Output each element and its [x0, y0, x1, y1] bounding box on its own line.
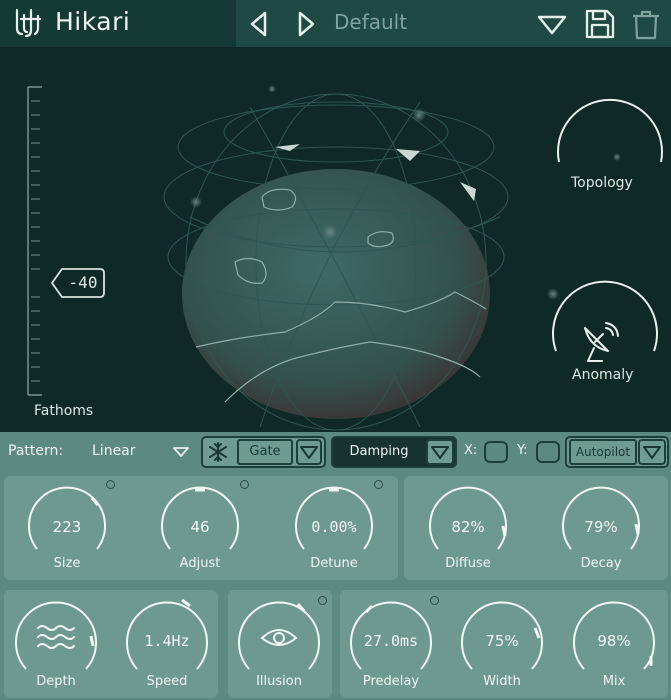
topology-knob[interactable]	[557, 98, 663, 163]
output-group: 27.0ms Predelay 75% Width 98% Mix	[340, 590, 668, 698]
hikari-logo-icon	[15, 8, 42, 38]
pattern-select[interactable]: Linear	[92, 443, 136, 459]
preset-dropdown-button[interactable]	[536, 8, 568, 40]
size-label: Size	[53, 556, 81, 571]
autopilot-control: Autopilot	[565, 436, 669, 468]
fathoms-slider[interactable]	[27, 86, 105, 396]
detune-knob[interactable]: 0.00% Detune	[287, 480, 381, 576]
adjust-knob[interactable]: 46 Adjust	[153, 480, 247, 576]
delete-button[interactable]	[630, 8, 662, 40]
next-preset-button[interactable]	[293, 10, 319, 38]
illusion-knob[interactable]: Illusion	[232, 594, 326, 694]
illusion-indicator-led	[318, 596, 327, 605]
mix-label: Mix	[602, 674, 626, 689]
prev-preset-button[interactable]	[246, 10, 272, 38]
predelay-label: Predelay	[362, 674, 420, 689]
save-button[interactable]	[584, 8, 616, 40]
diffuse-knob[interactable]: 82% Diffuse	[421, 480, 515, 576]
size-indicator-led	[106, 480, 115, 489]
autopilot-dropdown-button[interactable]	[638, 439, 666, 465]
visualizer-canvas	[27, 85, 663, 431]
decay-knob[interactable]: 79% Decay	[554, 480, 648, 576]
autopilot-button[interactable]: Autopilot	[569, 439, 637, 465]
damping-button[interactable]: Damping	[333, 438, 425, 466]
adjust-value: 46	[190, 518, 210, 536]
chevron-down-icon[interactable]	[173, 446, 189, 458]
topology-label: Topology	[571, 175, 633, 191]
visualizer-area: -40 Fathoms Topology Anomaly	[0, 47, 671, 432]
diffuse-label: Diffuse	[445, 556, 491, 571]
modulation-group: Depth 1.4Hz Speed	[4, 590, 218, 698]
fathoms-value[interactable]: -40	[52, 268, 104, 300]
detune-value: 0.00%	[311, 518, 357, 536]
fathoms-label: Fathoms	[34, 403, 94, 419]
x-checkbox[interactable]	[484, 441, 508, 463]
width-label: Width	[483, 674, 521, 689]
preset-name[interactable]: Default	[334, 10, 407, 34]
mix-value: 98%	[597, 632, 631, 650]
y-label: Y:	[517, 443, 528, 458]
speed-knob[interactable]: 1.4Hz Speed	[120, 594, 214, 694]
detune-label: Detune	[310, 556, 358, 571]
header-bar: Hikari Default	[0, 0, 671, 47]
decay-value: 79%	[584, 518, 618, 536]
waves-icon	[37, 625, 75, 649]
illusion-label: Illusion	[256, 674, 302, 689]
eye-icon	[260, 629, 298, 646]
width-knob[interactable]: 75% Width	[455, 594, 549, 694]
pitch-group: 223 Size 46 Adjust 0.00% Detune	[4, 476, 398, 580]
depth-knob[interactable]: Depth	[9, 594, 103, 694]
satellite-dish-icon	[584, 322, 619, 362]
adjust-indicator-led	[240, 480, 249, 489]
predelay-value: 27.0ms	[363, 632, 419, 650]
control-panel: Pattern: Linear Gate Damping X: Y: Autop…	[0, 432, 671, 700]
mix-knob[interactable]: 98% Mix	[567, 594, 661, 694]
illusion-group: Illusion	[228, 590, 332, 698]
gate-control: Gate	[201, 436, 326, 468]
speed-label: Speed	[146, 674, 188, 689]
size-knob[interactable]: 223 Size	[20, 480, 114, 576]
anomaly-knob[interactable]	[552, 280, 658, 362]
y-checkbox[interactable]	[536, 441, 560, 463]
detune-indicator-led	[374, 480, 383, 489]
size-value: 223	[52, 518, 82, 536]
pattern-row: Pattern: Linear Gate Damping X: Y: Autop…	[0, 432, 671, 472]
gate-button[interactable]: Gate	[237, 439, 293, 465]
speed-value: 1.4Hz	[144, 632, 190, 650]
app-title: Hikari	[55, 7, 131, 36]
gate-dropdown-button[interactable]	[296, 439, 322, 465]
snowflake-icon[interactable]	[205, 440, 231, 464]
reverb-group: 82% Diffuse 79% Decay	[404, 476, 668, 580]
diffuse-value: 82%	[451, 518, 485, 536]
x-label: X:	[464, 443, 478, 458]
width-value: 75%	[485, 632, 519, 650]
predelay-knob[interactable]: 27.0ms Predelay	[344, 594, 438, 694]
damping-dropdown-button[interactable]	[426, 439, 454, 465]
depth-label: Depth	[36, 674, 76, 689]
predelay-indicator-led	[430, 596, 439, 605]
damping-control: Damping	[331, 436, 457, 468]
pattern-label: Pattern:	[8, 443, 64, 459]
adjust-label: Adjust	[179, 556, 221, 571]
decay-label: Decay	[580, 556, 622, 571]
anomaly-label: Anomaly	[572, 367, 634, 383]
globe-visual	[163, 85, 621, 431]
